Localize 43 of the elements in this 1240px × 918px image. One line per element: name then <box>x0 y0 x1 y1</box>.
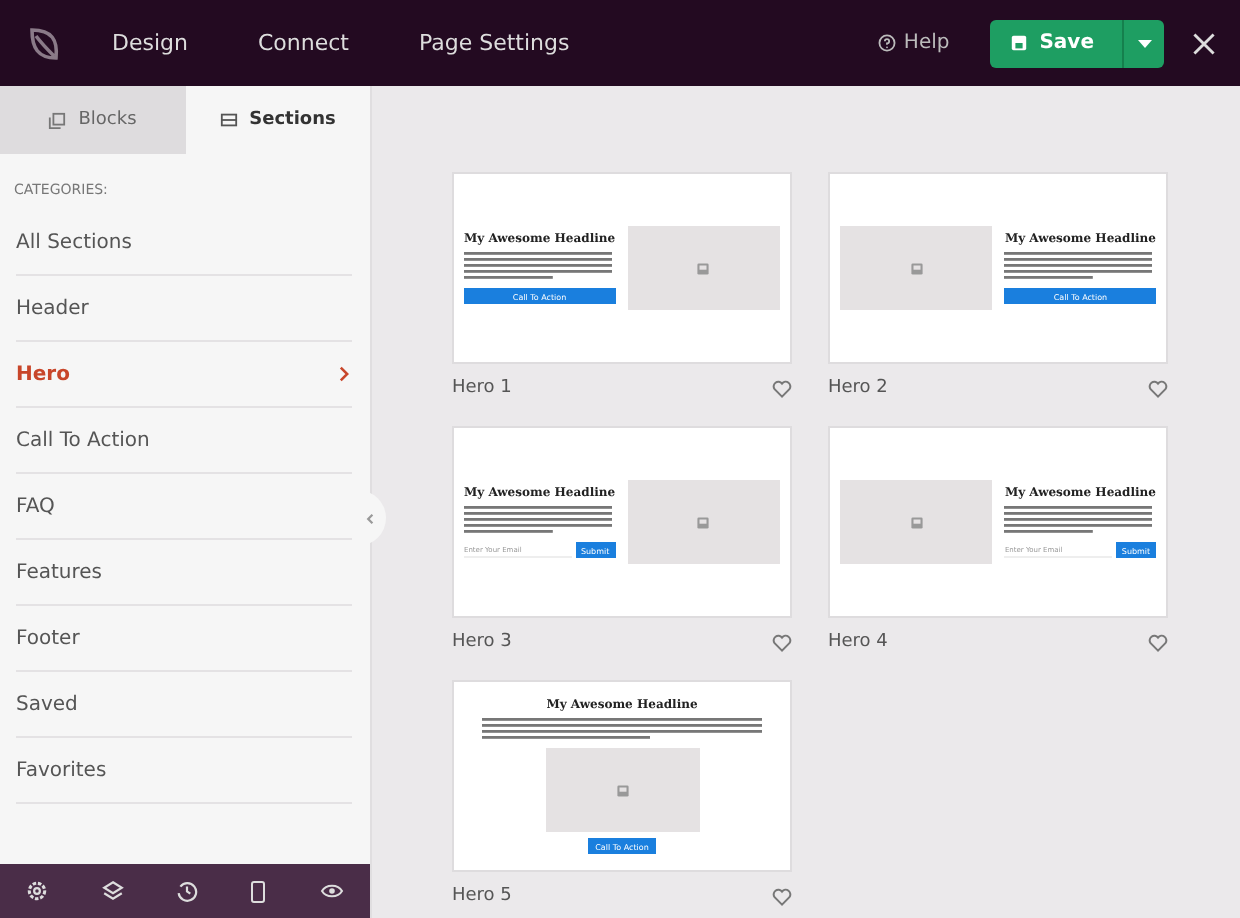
category-item[interactable]: Saved <box>16 672 352 738</box>
section-name: Hero 5 <box>452 886 512 906</box>
category-item[interactable]: FAQ <box>16 474 352 540</box>
category-item[interactable]: Favorites <box>16 738 352 804</box>
image-icon <box>909 515 924 529</box>
section-name: Hero 3 <box>452 632 512 652</box>
nav-link[interactable]: Design <box>112 30 188 56</box>
image-icon <box>909 261 924 275</box>
nav-link[interactable]: Connect <box>257 30 349 56</box>
chevron-right-icon <box>336 366 352 382</box>
heart-icon[interactable] <box>1148 633 1168 651</box>
heart-icon[interactable] <box>772 379 792 397</box>
heart-icon[interactable] <box>772 887 792 905</box>
blocks-icon <box>48 111 67 129</box>
category-item[interactable]: Hero <box>16 342 352 408</box>
category-item[interactable]: Footer <box>16 606 352 672</box>
image-icon <box>696 515 711 529</box>
heart-icon[interactable] <box>1148 379 1168 397</box>
section-name: Hero 1 <box>452 378 512 398</box>
nav-link[interactable]: Page Settings <box>418 30 570 56</box>
caret-icon <box>1137 39 1151 47</box>
section-name: Hero 2 <box>828 378 888 398</box>
section-icon <box>219 112 238 128</box>
sidebar-tab[interactable]: Blocks <box>0 86 185 154</box>
history-icon[interactable] <box>175 880 198 902</box>
mobile-icon[interactable] <box>250 879 267 903</box>
save-options-button[interactable] <box>1124 19 1164 67</box>
category-item[interactable]: Call To Action <box>16 408 352 474</box>
layers-icon[interactable] <box>101 880 124 902</box>
close-icon[interactable] <box>1192 31 1216 55</box>
help-icon <box>877 34 896 52</box>
settings-icon[interactable] <box>26 880 49 902</box>
chevron-left-icon <box>363 511 377 525</box>
leaf-logo-icon[interactable] <box>24 23 64 63</box>
category-item[interactable]: All Sections <box>16 210 352 276</box>
image-icon <box>696 261 711 275</box>
category-item[interactable]: Features <box>16 540 352 606</box>
section-name: Hero 4 <box>828 632 888 652</box>
preview-eye-icon[interactable] <box>319 882 344 900</box>
help-link[interactable]: Help <box>877 32 950 54</box>
heart-icon[interactable] <box>772 633 792 651</box>
image-icon <box>615 783 629 797</box>
category-item[interactable]: Header <box>16 276 352 342</box>
